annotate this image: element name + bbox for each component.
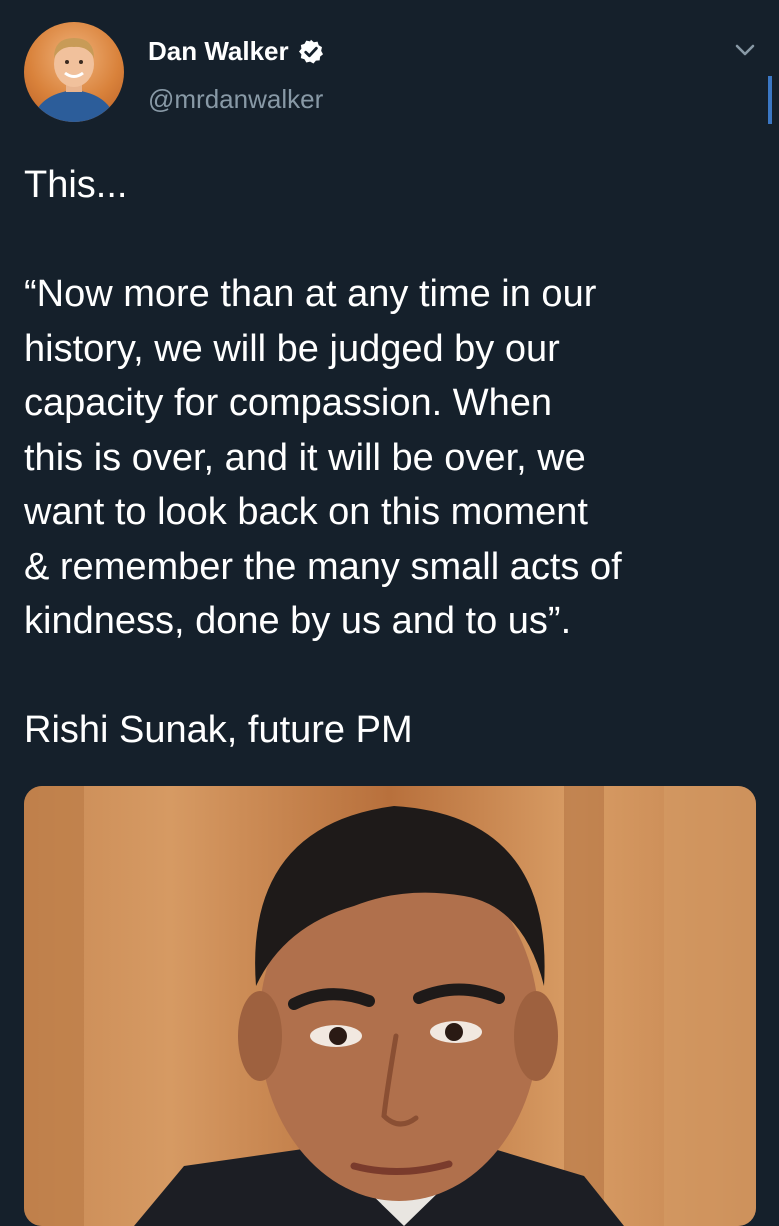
tweet-text-line: & remember the many small acts of <box>24 545 622 588</box>
tweet-text: This... “Now more than at any time in ou… <box>24 158 764 758</box>
author-display-name-row[interactable]: Dan Walker <box>148 36 325 67</box>
tweet-text-blank-line <box>24 649 764 704</box>
author-display-name[interactable]: Dan Walker <box>148 36 289 67</box>
verified-badge-icon <box>297 38 325 66</box>
tweet-text-line: This... <box>24 164 128 206</box>
tweet-text-line: kindness, done by us and to us”. <box>24 600 572 642</box>
scroll-indicator <box>768 76 772 124</box>
tweet-text-line: this is over, and it will be over, we <box>24 436 586 479</box>
author-handle[interactable]: @mrdanwalker <box>148 84 323 115</box>
chevron-down-icon[interactable] <box>732 40 758 60</box>
tweet-text-line: want to look back on this moment <box>24 491 588 533</box>
tweet-text-blank-line <box>24 213 764 268</box>
tweet-text-line: history, we will be judged by our <box>24 327 560 370</box>
tweet-text-line: Rishi Sunak, future PM <box>24 709 413 751</box>
tweet-text-line: capacity for compassion. When <box>24 382 553 424</box>
avatar[interactable] <box>24 22 124 122</box>
tweet-text-line: “Now more than at any time in our <box>24 273 597 315</box>
tweet-card[interactable]: Dan Walker @mrdanwalker This... “Now mor… <box>0 0 779 1226</box>
tweet-media-photo[interactable] <box>24 786 756 1226</box>
